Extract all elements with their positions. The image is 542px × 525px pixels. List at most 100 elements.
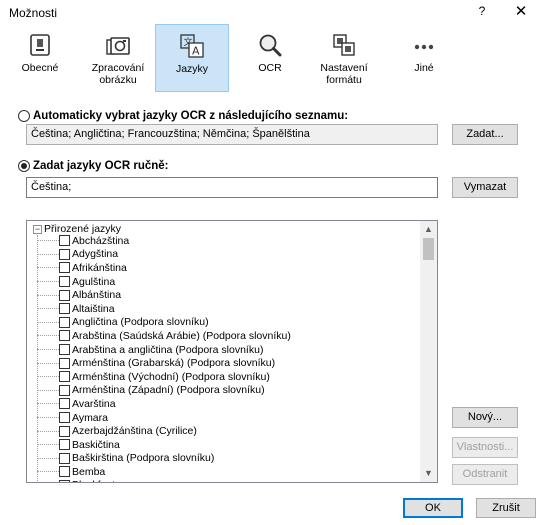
language-checkbox[interactable] xyxy=(59,439,70,451)
tree-item[interactable]: Baškirština (Podpora slovníku) xyxy=(37,452,291,466)
tree-items: Abcházština Adygština Afrikánština Agulštin… xyxy=(37,234,291,482)
tree-connector xyxy=(37,457,59,459)
tree-item[interactable]: Arménština (Západní) (Podpora slovníku) xyxy=(37,384,291,398)
tree-connector xyxy=(37,417,59,419)
tree-item[interactable]: Arabština (Saúdská Arábie) (Podpora slov… xyxy=(37,329,291,343)
language-label: Altaiština xyxy=(72,302,115,315)
tree-item[interactable]: Abcházština xyxy=(37,234,291,248)
tab-general[interactable]: Obecné xyxy=(8,24,72,92)
tree-item[interactable]: Arménština (Grabarská) (Podpora slovníku… xyxy=(37,356,291,370)
language-checkbox[interactable] xyxy=(59,398,70,410)
tree-item[interactable]: Arménština (Východní) (Podpora slovníku) xyxy=(37,370,291,384)
auto-select-label: Automaticky vybrat jazyky OCR z následuj… xyxy=(33,110,349,122)
collapse-icon[interactable]: − xyxy=(33,224,42,234)
tree-item[interactable]: Arabština a angličtina (Podpora slovníku… xyxy=(37,343,291,357)
language-label: Albánština xyxy=(72,289,122,302)
tree-connector xyxy=(37,349,59,351)
remove-button[interactable]: Odstranit xyxy=(452,464,518,485)
language-checkbox[interactable] xyxy=(59,235,70,247)
language-label: Abcházština xyxy=(72,234,130,247)
tree-connector xyxy=(37,430,59,432)
tab-ocr[interactable]: OCR xyxy=(238,24,302,92)
tree-item[interactable]: Azerbajdžánština (Cyrilice) xyxy=(37,424,291,438)
language-checkbox[interactable] xyxy=(59,371,70,383)
language-checkbox[interactable] xyxy=(59,289,70,301)
scroll-down-icon[interactable]: ▼ xyxy=(420,465,437,482)
tree-item[interactable]: Agulština xyxy=(37,275,291,289)
language-tree[interactable]: − Přirozené jazyky Abcházština Adygština A… xyxy=(26,220,438,483)
close-button[interactable]: ✕ xyxy=(508,2,534,22)
tab-general-label: Obecné xyxy=(21,62,59,74)
language-checkbox[interactable] xyxy=(59,425,70,437)
tree-item[interactable]: Angličtina (Podpora slovníku) xyxy=(37,316,291,330)
new-button[interactable]: Nový... xyxy=(452,407,518,428)
manual-select-option[interactable]: Zadat jazyky OCR ručně: xyxy=(18,160,168,172)
tree-item[interactable]: Albánština xyxy=(37,288,291,302)
ok-button[interactable]: OK xyxy=(403,498,463,518)
help-button[interactable]: ? xyxy=(470,4,494,22)
tree-item[interactable]: Avarština xyxy=(37,397,291,411)
format-settings-icon xyxy=(333,34,355,56)
language-checkbox[interactable] xyxy=(59,276,70,288)
language-checkbox[interactable] xyxy=(59,384,70,396)
language-label: Arménština (Západní) (Podpora slovníku) xyxy=(72,384,265,397)
language-checkbox[interactable] xyxy=(59,412,70,424)
tab-format-settings-label: Nastavení formátu xyxy=(320,62,368,86)
auto-select-radio[interactable] xyxy=(18,110,30,122)
scroll-thumb[interactable] xyxy=(423,238,434,260)
options-toolbar: Obecné Zpracování obrázku 文 A Jazyky OCR xyxy=(6,24,540,94)
properties-button[interactable]: Vlastnosti... xyxy=(452,437,518,458)
tab-other-label: Jiné xyxy=(414,62,434,74)
manual-select-radio[interactable] xyxy=(18,160,30,172)
language-label: Arabština a angličtina (Podpora slovníku… xyxy=(72,343,264,356)
language-checkbox[interactable] xyxy=(59,452,70,464)
language-checkbox[interactable] xyxy=(59,344,70,356)
tree-connector xyxy=(37,335,59,337)
tree-item[interactable]: Baskičtina xyxy=(37,438,291,452)
tree-item[interactable]: Blackfoot xyxy=(37,479,291,482)
language-checkbox[interactable] xyxy=(59,303,70,315)
tree-connector xyxy=(37,321,59,323)
tab-image-processing[interactable]: Zpracování obrázku xyxy=(84,24,152,92)
language-checkbox[interactable] xyxy=(59,466,70,478)
language-checkbox[interactable] xyxy=(59,248,70,260)
languages-icon: 文 A xyxy=(180,34,204,58)
tab-languages-label: Jazyky xyxy=(175,63,209,75)
language-label: Baskičtina xyxy=(72,438,120,451)
language-label: Arménština (Grabarská) (Podpora slovníku… xyxy=(72,357,276,370)
cancel-button[interactable]: Zrušit xyxy=(476,498,536,518)
title-bar: Možnosti ? ✕ xyxy=(0,0,542,26)
manual-select-label: Zadat jazyky OCR ručně: xyxy=(33,160,169,172)
tree-scrollbar[interactable]: ▲ ▼ xyxy=(420,221,437,482)
ocr-magnifier-icon xyxy=(259,34,282,57)
tree-item[interactable]: Adygština xyxy=(37,248,291,262)
language-label: Bemba xyxy=(72,465,106,478)
language-label: Baškirština (Podpora slovníku) xyxy=(72,452,215,465)
tree-connector xyxy=(37,471,59,473)
tab-format-settings[interactable]: Nastavení formátu xyxy=(312,24,376,92)
scroll-up-icon[interactable]: ▲ xyxy=(420,221,437,238)
language-checkbox[interactable] xyxy=(59,262,70,274)
clear-button[interactable]: Vymazat xyxy=(452,177,518,198)
tree-connector xyxy=(37,281,59,283)
language-label: Blackfoot xyxy=(72,479,115,482)
auto-select-option[interactable]: Automaticky vybrat jazyky OCR z následuj… xyxy=(18,110,348,122)
tree-item[interactable]: Altaiština xyxy=(37,302,291,316)
tree-item[interactable]: Afrikánština xyxy=(37,261,291,275)
tab-image-processing-label: Zpracování obrázku xyxy=(91,62,145,86)
manual-languages-field[interactable]: Čeština; xyxy=(26,177,438,198)
tab-other[interactable]: Jiné xyxy=(392,24,456,92)
tree-item[interactable]: Bemba xyxy=(37,465,291,479)
specify-button[interactable]: Zadat... xyxy=(452,124,518,145)
tree-item[interactable]: Aymara xyxy=(37,411,291,425)
language-label: Aymara xyxy=(72,411,108,424)
language-checkbox[interactable] xyxy=(59,316,70,328)
language-checkbox[interactable] xyxy=(59,479,70,482)
tree-connector xyxy=(37,240,59,242)
language-checkbox[interactable] xyxy=(59,330,70,342)
language-label: Arménština (Východní) (Podpora slovníku) xyxy=(72,370,270,383)
more-icon xyxy=(414,44,434,50)
language-checkbox[interactable] xyxy=(59,357,70,369)
tab-languages[interactable]: 文 A Jazyky xyxy=(155,24,229,92)
window-title: Možnosti xyxy=(9,6,58,20)
